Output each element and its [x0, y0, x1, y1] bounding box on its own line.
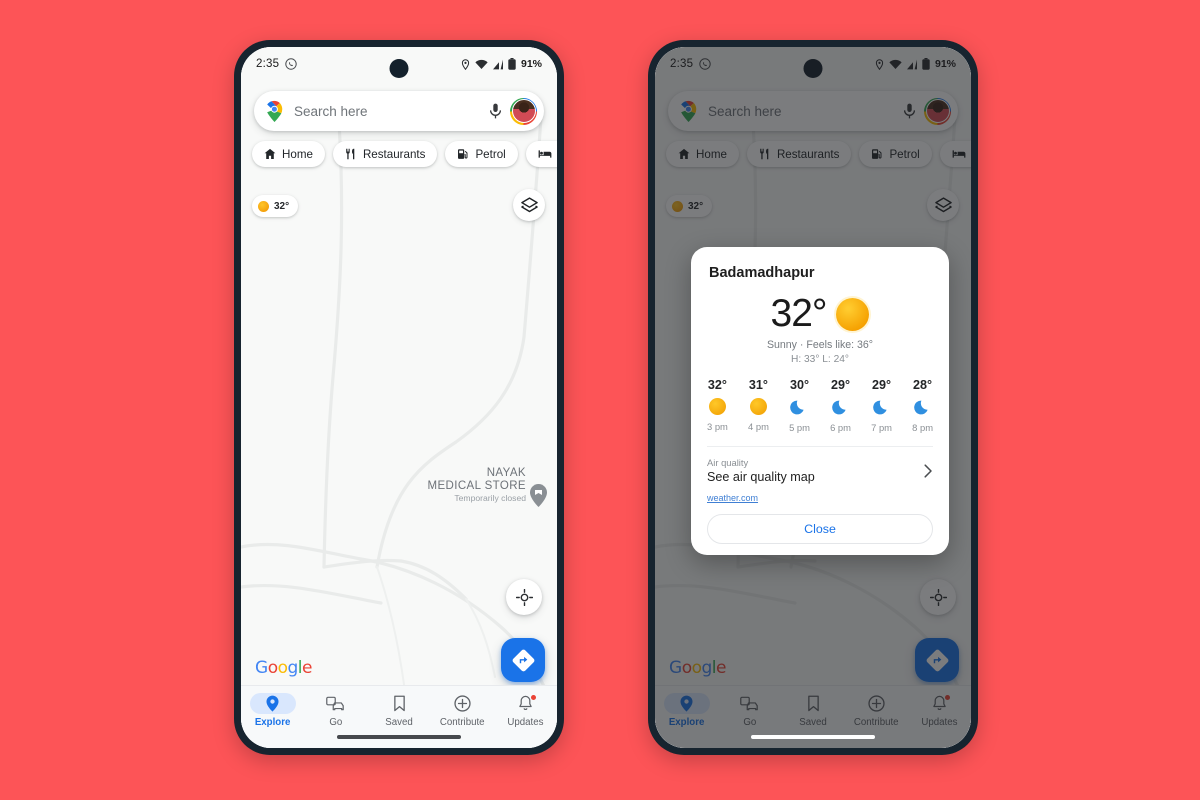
hourly-time: 3 pm	[707, 421, 728, 432]
phone-right-screen: 2:35 91%	[655, 47, 971, 748]
nav-item-contribute[interactable]: Contribute	[431, 693, 494, 728]
hourly-item: 32° 3 pm	[707, 378, 728, 433]
chevron-right-icon	[924, 463, 932, 478]
weather-city: Badamadhapur	[709, 265, 815, 281]
location-arrow-icon	[461, 58, 470, 70]
sun-icon	[708, 398, 726, 415]
hourly-temp: 30°	[789, 378, 809, 392]
search-input-placeholder[interactable]: Search here	[294, 104, 489, 119]
hourly-temp: 32°	[707, 378, 727, 392]
hourly-temp: 29°	[872, 378, 892, 392]
chip-hotels[interactable]: Hotels	[525, 141, 557, 167]
status-icons: 91%	[460, 58, 542, 70]
chip-petrol[interactable]: Petrol	[445, 141, 518, 167]
phone-right: 2:35 91%	[648, 40, 978, 755]
google-maps-pin-icon	[267, 100, 283, 122]
air-quality-row[interactable]: Air quality See air quality map	[691, 447, 949, 484]
sun-icon	[836, 297, 870, 331]
chip-home[interactable]: Home	[252, 141, 325, 167]
moon-icon	[913, 400, 928, 415]
hourly-temp: 28°	[913, 378, 933, 392]
weather-dialog: Badamadhapur 32° Sunny · Feels like: 36°…	[691, 247, 949, 555]
moon-icon	[790, 400, 805, 415]
sun-icon	[258, 200, 269, 212]
air-quality-label: Air quality	[707, 457, 749, 468]
updates-badge-dot	[531, 695, 537, 700]
hourly-time: 6 pm	[830, 422, 851, 433]
nav-label: Updates	[507, 717, 544, 728]
weather-condition: Sunny · Feels like: 36°	[766, 339, 874, 351]
fuel-pump-icon	[458, 149, 468, 159]
my-location-button[interactable]	[506, 579, 542, 615]
sun-icon	[749, 398, 767, 415]
directions-fab[interactable]	[501, 638, 545, 682]
hourly-temp: 31°	[748, 378, 768, 392]
hourly-temp: 29°	[830, 378, 851, 392]
nav-label: Saved	[385, 717, 413, 728]
search-bar[interactable]: Search here	[254, 91, 544, 131]
hourly-item: 28° 8 pm	[912, 378, 933, 433]
weather-hero: 32°	[691, 292, 949, 336]
phone-left: NAYAK MEDICAL STORE Temporarily closed 2…	[234, 40, 564, 755]
hotel-bed-icon	[538, 150, 552, 158]
home-icon	[264, 148, 276, 159]
nav-item-updates[interactable]: Updates	[494, 693, 557, 728]
chip-label: Home	[282, 147, 313, 161]
hourly-time: 4 pm	[748, 421, 769, 432]
my-location-crosshair-icon	[515, 588, 533, 606]
avatar[interactable]	[510, 97, 537, 125]
nav-label: Go	[329, 717, 343, 728]
hourly-item: 31° 4 pm	[748, 378, 769, 433]
nav-label: Contribute	[439, 717, 485, 728]
screenshot-stage: NAYAK MEDICAL STORE Temporarily closed 2…	[0, 0, 1200, 800]
chip-label: Restaurants	[362, 147, 426, 161]
gesture-home-bar[interactable]	[751, 735, 875, 739]
chip-label: Petrol	[475, 147, 506, 161]
map-pin-icon	[266, 695, 279, 712]
microphone-icon[interactable]	[489, 103, 502, 119]
nav-item-explore[interactable]: Explore	[241, 693, 304, 728]
google-watermark: Google	[255, 658, 312, 678]
hourly-item: 29° 7 pm	[871, 378, 892, 433]
place-marker-icon[interactable]	[530, 484, 547, 507]
map-weather-temp: 32°	[274, 200, 290, 212]
restaurant-cutlery-icon	[346, 148, 355, 160]
hourly-forecast-row: 32° 3 pm 31° 4 pm 30° 5 pm 29° 6 pm 29° …	[691, 365, 949, 435]
hourly-time: 5 pm	[789, 422, 810, 433]
battery-icon	[508, 58, 516, 70]
map-layers-button[interactable]	[513, 189, 545, 221]
camera-punch-hole	[389, 59, 409, 78]
bookmark-icon	[393, 695, 405, 712]
gesture-home-bar[interactable]	[337, 735, 461, 739]
phone-left-screen: NAYAK MEDICAL STORE Temporarily closed 2…	[241, 47, 557, 748]
map-layers-icon	[520, 196, 538, 212]
moon-icon	[831, 400, 846, 415]
status-time: 2:35	[256, 58, 280, 70]
commute-car-icon	[326, 696, 345, 711]
nav-item-go[interactable]: Go	[304, 693, 367, 728]
battery-percent: 91%	[520, 58, 542, 70]
wifi-icon	[475, 59, 488, 69]
nav-item-saved[interactable]: Saved	[367, 693, 430, 728]
weather-high-low: H: 33° L: 24°	[791, 354, 849, 365]
directions-arrow-icon	[512, 649, 534, 671]
chip-restaurants[interactable]: Restaurants	[332, 141, 438, 167]
hourly-item: 29° 6 pm	[830, 378, 851, 433]
weather-source-link[interactable]: weather.com	[691, 484, 949, 503]
air-quality-action: See air quality map	[707, 470, 815, 484]
hourly-item: 30° 5 pm	[789, 378, 810, 433]
close-button[interactable]: Close	[707, 514, 933, 544]
plus-circle-icon	[454, 695, 471, 712]
hourly-time: 7 pm	[871, 422, 892, 433]
nav-label: Explore	[254, 717, 291, 728]
hourly-time: 8 pm	[912, 422, 933, 433]
cellular-signal-icon	[492, 59, 503, 69]
map-weather-chip[interactable]: 32°	[252, 195, 299, 217]
whatsapp-icon	[285, 58, 297, 70]
category-chip-row[interactable]: Home Restaurants Petrol Hotels	[252, 141, 557, 167]
moon-icon	[872, 400, 887, 415]
weather-temperature: 32°	[770, 292, 828, 335]
